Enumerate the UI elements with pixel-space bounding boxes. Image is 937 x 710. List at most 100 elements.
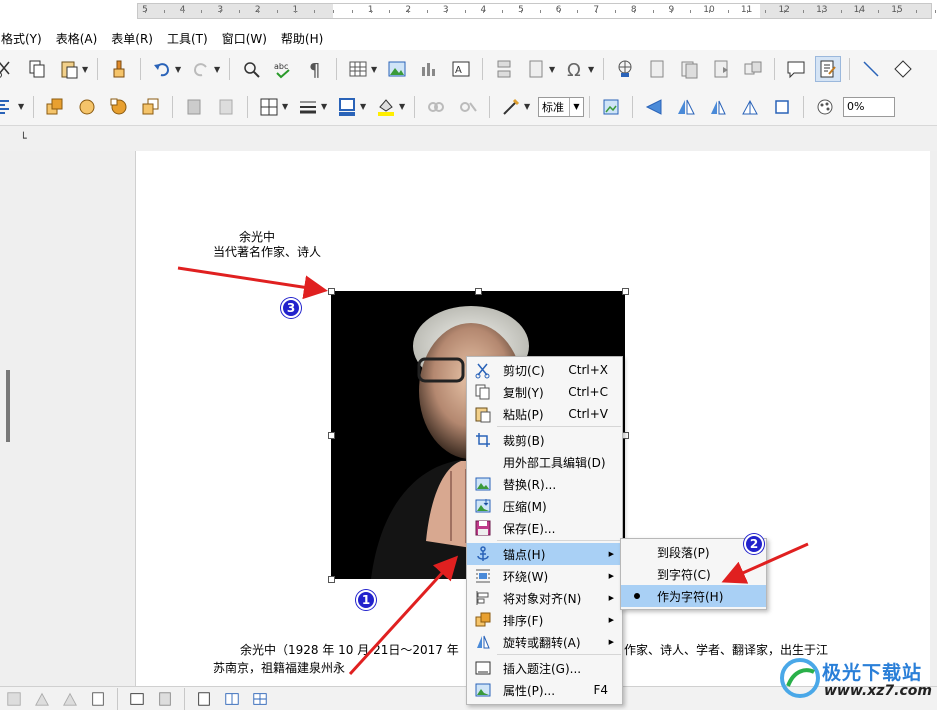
menu-window[interactable]: 窗口(W) (215, 30, 274, 47)
menu-tools[interactable]: 工具(T) (160, 30, 215, 47)
page-break-icon[interactable] (491, 56, 517, 82)
transparency-field[interactable]: 0% (843, 96, 895, 117)
bring-to-front-icon[interactable] (42, 94, 68, 120)
context-menu-item-arrange[interactable]: 排序(F) ▶ (467, 609, 622, 631)
page-icon[interactable] (155, 690, 175, 708)
insert-textbox-icon[interactable]: A (448, 56, 474, 82)
border-color-dropdown-icon[interactable]: ▼ (360, 102, 368, 111)
paste-dropdown-icon[interactable]: ▼ (82, 65, 90, 74)
flip-horizontal-icon[interactable] (673, 94, 699, 120)
flip-vertical-icon[interactable] (641, 94, 667, 120)
crop-image-icon[interactable] (598, 94, 624, 120)
filter-dropdown-icon[interactable]: ▼ (524, 102, 532, 111)
special-character-icon[interactable]: Ω (562, 56, 588, 82)
border-color-icon[interactable] (334, 94, 360, 120)
context-menu-item-paste[interactable]: 粘贴(P) Ctrl+V (467, 403, 622, 425)
context-menu-item-wrap[interactable]: 环绕(W) ▶ (467, 565, 622, 587)
horizontal-ruler[interactable]: 54321123456789101112131415 (137, 3, 936, 19)
context-menu-item-anchor[interactable]: 锚点(H) ▶ (467, 543, 622, 565)
context-menu-item-copy[interactable]: 复制(Y) Ctrl+C (467, 381, 622, 403)
chevron-down-icon[interactable]: ▼ (569, 97, 583, 116)
cut-icon[interactable] (0, 56, 18, 82)
context-menu-item-insert-caption[interactable]: 插入题注(G)... (467, 657, 622, 679)
send-to-back-icon[interactable] (138, 94, 164, 120)
rotate-icon[interactable] (769, 94, 795, 120)
rotate-left-icon[interactable] (705, 94, 731, 120)
context-menu-item-crop[interactable]: 裁剪(B) (467, 429, 622, 451)
endnote-icon[interactable] (676, 56, 702, 82)
context-menu-item-cut[interactable]: 剪切(C) Ctrl+X (467, 359, 622, 381)
context-menu-item-edit-external[interactable]: 用外部工具编辑(D) (467, 451, 622, 473)
columns-icon[interactable] (222, 690, 242, 708)
insert-table-icon[interactable] (345, 56, 371, 82)
spelling-icon[interactable]: abc (270, 56, 296, 82)
resize-handle-top-right[interactable] (622, 288, 629, 295)
resize-handle-top-left[interactable] (328, 288, 335, 295)
borders-dropdown-icon[interactable]: ▼ (282, 102, 290, 111)
undo-icon[interactable] (149, 56, 175, 82)
menu-table[interactable]: 表格(A) (49, 30, 105, 47)
special-char-dropdown-icon[interactable]: ▼ (588, 65, 596, 74)
resize-handle-top[interactable] (475, 288, 482, 295)
bookmark-icon[interactable] (708, 56, 734, 82)
table-dropdown-icon[interactable]: ▼ (371, 65, 379, 74)
sidebar-handle[interactable] (6, 370, 10, 442)
shapes-icon[interactable] (32, 690, 52, 708)
border-style-dropdown-icon[interactable]: ▼ (321, 102, 329, 111)
anchor-option-as-character[interactable]: 作为字符(H) (621, 585, 766, 607)
comment-icon[interactable] (783, 56, 809, 82)
copy-icon[interactable] (24, 56, 50, 82)
context-menu-item-properties[interactable]: 属性(P)... F4 (467, 679, 622, 701)
context-menu-item-rotate-flip[interactable]: 旋转或翻转(A) ▶ (467, 631, 622, 653)
context-menu-item-compress[interactable]: 压缩(M) (467, 495, 622, 517)
resize-handle-left[interactable] (328, 432, 335, 439)
find-replace-icon[interactable] (238, 56, 264, 82)
link-frames-icon[interactable] (423, 94, 449, 120)
area-fill-dropdown-icon[interactable]: ▼ (399, 102, 407, 111)
insert-line-icon[interactable] (858, 56, 884, 82)
points-icon[interactable] (88, 690, 108, 708)
track-changes-icon[interactable] (815, 56, 841, 82)
menu-form[interactable]: 表单(R) (104, 30, 160, 47)
back-one-icon[interactable] (106, 94, 132, 120)
symbol-shapes-icon[interactable] (60, 690, 80, 708)
rotate-right-icon[interactable] (737, 94, 763, 120)
unlink-frames-icon[interactable] (455, 94, 481, 120)
tab-stop-selector[interactable]: └ (20, 132, 27, 145)
to-background-icon[interactable] (213, 94, 239, 120)
document-icon[interactable] (194, 690, 214, 708)
align-icon[interactable] (0, 94, 18, 120)
to-foreground-icon[interactable] (181, 94, 207, 120)
filter-icon[interactable] (498, 94, 524, 120)
paste-icon[interactable] (56, 56, 82, 82)
insert-image-icon[interactable] (384, 56, 410, 82)
resize-handle-bottom-left[interactable] (328, 576, 335, 583)
transparency-icon[interactable] (812, 94, 838, 120)
menu-format[interactable]: 格式(Y) (0, 30, 49, 47)
insert-chart-icon[interactable] (416, 56, 442, 82)
redo-icon[interactable] (188, 56, 214, 82)
align-dropdown-icon[interactable]: ▼ (18, 102, 26, 111)
context-menu-item-save[interactable]: 保存(E)... (467, 517, 622, 539)
draw-function-icon[interactable] (4, 690, 24, 708)
area-fill-icon[interactable] (373, 94, 399, 120)
undo-dropdown-icon[interactable]: ▼ (175, 65, 183, 74)
formatting-marks-icon[interactable]: ¶ (302, 56, 328, 82)
anchor-option-to-character[interactable]: 到字符(C) (621, 563, 766, 585)
footnote-icon[interactable] (644, 56, 670, 82)
context-menu-item-replace[interactable]: 替换(R)... (467, 473, 622, 495)
cross-reference-icon[interactable] (740, 56, 766, 82)
context-menu-item-align-objects[interactable]: 将对象对齐(N) ▶ (467, 587, 622, 609)
forward-one-icon[interactable] (74, 94, 100, 120)
redo-dropdown-icon[interactable]: ▼ (214, 65, 222, 74)
field-dropdown-icon[interactable]: ▼ (549, 65, 557, 74)
border-style-icon[interactable] (295, 94, 321, 120)
frame-icon[interactable] (127, 690, 147, 708)
insert-field-icon[interactable] (523, 56, 549, 82)
image-mode-combo[interactable]: 标准 ▼ (538, 96, 584, 117)
menu-help[interactable]: 帮助(H) (274, 30, 330, 47)
resize-handle-right[interactable] (622, 432, 629, 439)
borders-icon[interactable] (256, 94, 282, 120)
hyperlink-icon[interactable] (612, 56, 638, 82)
table-layout-icon[interactable] (250, 690, 270, 708)
